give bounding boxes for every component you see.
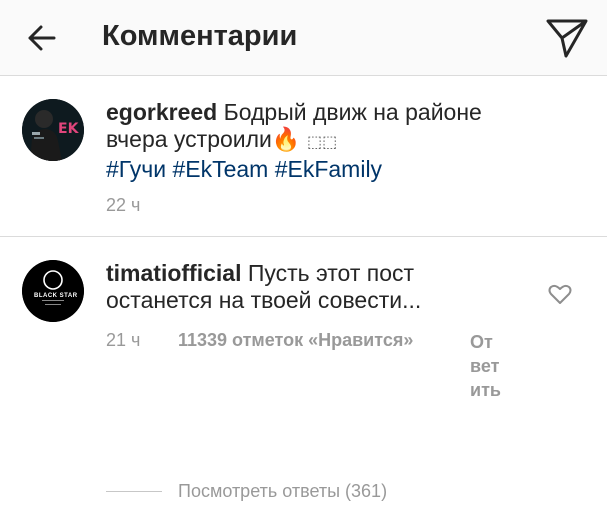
comment-timestamp: 21 ч (106, 330, 141, 350)
caption-timestamp: 22 ч (106, 195, 141, 215)
avatar-logo: EK (58, 121, 79, 137)
arrow-left-icon (28, 25, 56, 51)
back-button[interactable] (22, 18, 62, 58)
comment-text: timatiofficial Пусть этот пост останется… (106, 260, 526, 314)
heart-icon (548, 284, 572, 304)
comment-line-1: Пусть этот пост (247, 260, 415, 286)
paper-plane-icon (546, 19, 588, 58)
unsupported-emoji: ⬚⬚ (306, 134, 338, 151)
view-replies-link[interactable]: Посмотреть ответы (361) (178, 481, 387, 502)
reply-button[interactable]: Ответить (470, 330, 502, 402)
fire-emoji: 🔥 (271, 126, 301, 152)
hashtag-3[interactable]: #EkFamily (275, 156, 382, 182)
black-star-logo (22, 260, 84, 322)
caption-text: egorkreed Бодрый движ на районе вчера ус… (106, 99, 586, 183)
comment-username[interactable]: timatiofficial (106, 260, 241, 286)
top-app-bar: Комментарии (0, 0, 607, 76)
replies-divider (106, 491, 162, 492)
hashtag-2[interactable]: #EkTeam (172, 156, 268, 182)
like-button[interactable] (547, 281, 573, 307)
hashtag-1[interactable]: #Гучи (106, 156, 166, 182)
send-button[interactable] (544, 14, 590, 60)
avatar-logo: BLACK STAR (34, 293, 78, 299)
caption-username[interactable]: egorkreed (106, 99, 217, 125)
comment: BLACK STAR timatiofficial Пусть этот пос… (0, 238, 607, 514)
comment-line-2: останется на твоей совести... (106, 287, 422, 313)
post-caption: EK egorkreed Бодрый движ на районе вчера… (0, 77, 607, 237)
page-title: Комментарии (102, 20, 298, 52)
likes-count[interactable]: 11339 отметок «Нравится» (178, 330, 413, 351)
caption-line-1: Бодрый движ на районе (223, 99, 482, 125)
caption-line-2: вчера устроили (106, 126, 272, 152)
avatar[interactable]: EK (22, 99, 84, 161)
avatar[interactable]: BLACK STAR (22, 260, 84, 322)
